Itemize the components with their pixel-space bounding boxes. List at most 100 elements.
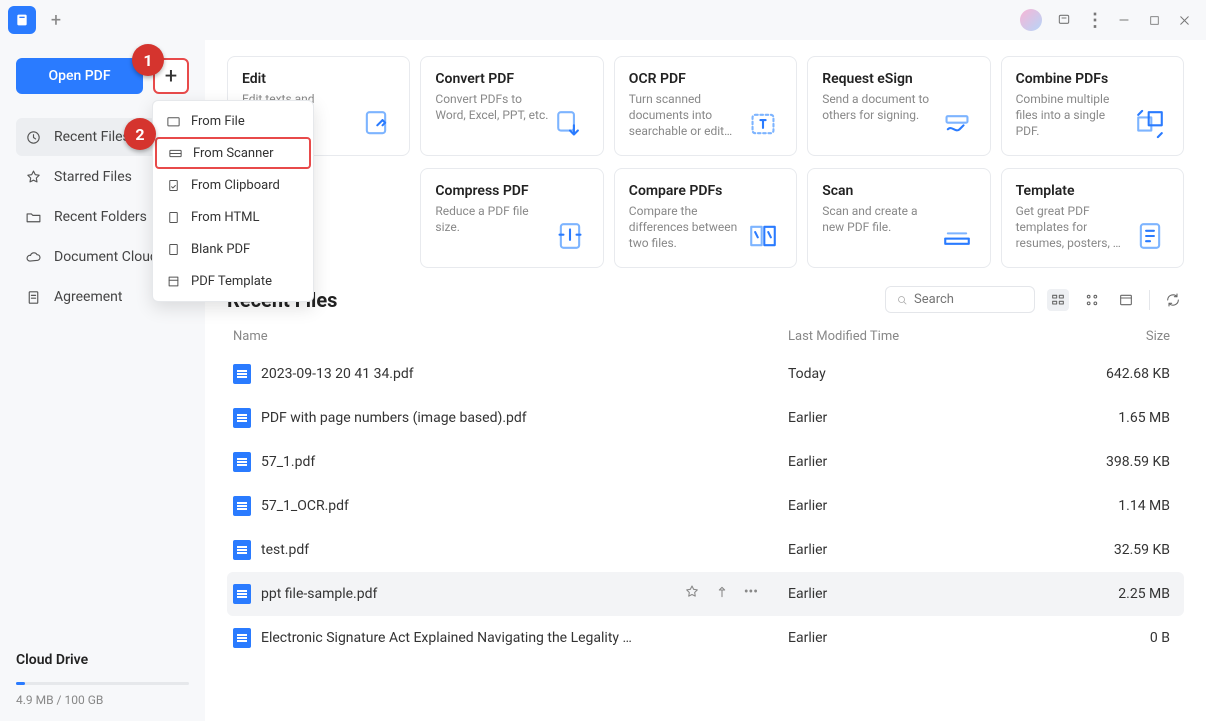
dropdown-item-from-scanner[interactable]: From Scanner — [155, 137, 311, 169]
cloud-usage-text: 4.9 MB / 100 GB — [16, 693, 189, 707]
card-title: Compress PDF — [435, 183, 550, 199]
pdf-file-icon — [233, 540, 251, 560]
doc-icon — [24, 288, 42, 306]
file-row[interactable]: Electronic Signature Act Explained Navig… — [227, 616, 1184, 660]
cloud-drive-title: Cloud Drive — [16, 652, 189, 668]
create-dropdown: From File From Scanner From Clipboard From … — [152, 100, 314, 302]
open-pdf-button[interactable]: Open PDF — [16, 58, 143, 94]
new-tab-button[interactable]: + — [44, 8, 68, 32]
file-size: 1.14 MB — [1088, 498, 1178, 514]
dropdown-item-label: From File — [191, 114, 245, 129]
card-icon — [1131, 71, 1169, 141]
sidebar-item-label: Agreement — [54, 289, 122, 305]
card-ocr-pdf[interactable]: OCR PDFTurn scanned documents into searc… — [614, 56, 797, 156]
dropdown-item-label: From Clipboard — [191, 178, 280, 193]
file-row[interactable]: test.pdfEarlier32.59 KB — [227, 528, 1184, 572]
file-row[interactable]: ppt file-sample.pdf ••• Earlier2.25 MB — [227, 572, 1184, 616]
file-row[interactable]: 57_1_OCR.pdfEarlier1.14 MB — [227, 484, 1184, 528]
app-logo — [8, 6, 36, 34]
file-name: ppt file-sample.pdf — [261, 586, 377, 602]
file-size: 2.25 MB — [1088, 586, 1178, 602]
search-icon — [896, 293, 908, 307]
pdf-file-icon — [233, 408, 251, 428]
cloud-usage-bar — [16, 682, 189, 685]
file-size: 32.59 KB — [1088, 542, 1178, 558]
file-size: 0 B — [1088, 630, 1178, 646]
card-combine-pdfs[interactable]: Combine PDFsCombine multiple files into … — [1001, 56, 1184, 156]
file-modified: Earlier — [788, 542, 1088, 558]
card-desc: Send a document to others for signing. — [822, 91, 937, 123]
folder-icon — [165, 113, 181, 129]
card-request-esign[interactable]: Request eSignSend a document to others f… — [807, 56, 990, 156]
refresh-icon[interactable] — [1162, 289, 1184, 311]
window-close[interactable] — [1170, 6, 1198, 34]
card-icon — [744, 183, 782, 253]
card-icon — [551, 71, 589, 141]
file-icon — [165, 209, 181, 225]
dropdown-item-pdf-template[interactable]: PDF Template — [153, 265, 313, 297]
view-calendar-icon[interactable] — [1115, 289, 1137, 311]
search-box[interactable] — [885, 286, 1035, 313]
sidebar-item-label: Starred Files — [54, 169, 132, 185]
dropdown-item-label: From HTML — [191, 210, 260, 225]
card-icon — [1131, 183, 1169, 253]
card-desc: Scan and create a new PDF file. — [822, 203, 937, 235]
file-modified: Earlier — [788, 410, 1088, 426]
dropdown-item-from-file[interactable]: From File — [153, 105, 313, 137]
card-compress-pdf[interactable]: Compress PDFReduce a PDF file size. — [420, 168, 603, 268]
star-icon — [24, 168, 42, 186]
card-compare-pdfs[interactable]: Compare PDFs Compare the differences betw… — [614, 168, 797, 268]
file-name: 57_1_OCR.pdf — [261, 498, 349, 514]
window-minimize[interactable] — [1110, 6, 1138, 34]
card-desc: Get great PDF templates for resumes, pos… — [1016, 203, 1131, 252]
card-desc: Convert PDFs to Word, Excel, PPT, etc. — [435, 91, 550, 123]
dropdown-item-label: From Scanner — [193, 146, 274, 161]
user-avatar[interactable] — [1020, 9, 1042, 31]
column-size: Size — [1088, 329, 1178, 344]
file-modified: Earlier — [788, 630, 1088, 646]
file-modified: Today — [788, 366, 1088, 382]
dropdown-item-from-html[interactable]: From HTML — [153, 201, 313, 233]
annotation-badge-2: 2 — [124, 118, 156, 150]
scanner-icon — [167, 145, 183, 161]
card-convert-pdf[interactable]: Convert PDF Convert PDFs to Word, Excel, … — [420, 56, 603, 156]
more-menu-icon[interactable]: ⋮ — [1080, 6, 1108, 34]
file-name: 57_1.pdf — [261, 454, 315, 470]
file-row[interactable]: 2023-09-13 20 41 34.pdfToday642.68 KB — [227, 352, 1184, 396]
pdf-file-icon — [233, 364, 251, 384]
file-icon — [165, 241, 181, 257]
view-list-icon[interactable] — [1047, 289, 1069, 311]
template-icon — [165, 273, 181, 289]
file-row[interactable]: PDF with page numbers (image based).pdfE… — [227, 396, 1184, 440]
dropdown-item-blank-pdf[interactable]: Blank PDF — [153, 233, 313, 265]
pin-icon[interactable] — [714, 584, 730, 604]
card-icon — [744, 71, 782, 141]
card-desc: Turn scanned documents into searchable o… — [629, 91, 744, 140]
sidebar-item-label: Recent Folders — [54, 209, 147, 225]
sidebar-item-label: Document Cloud — [54, 249, 158, 265]
file-name: 2023-09-13 20 41 34.pdf — [261, 366, 414, 382]
view-grid-icon[interactable] — [1081, 289, 1103, 311]
card-title: Compare PDFs — [629, 183, 744, 199]
notification-icon[interactable] — [1050, 6, 1078, 34]
pdf-file-icon — [233, 452, 251, 472]
window-maximize[interactable] — [1140, 6, 1168, 34]
file-modified: Earlier — [788, 454, 1088, 470]
file-size: 398.59 KB — [1088, 454, 1178, 470]
card-template[interactable]: TemplateGet great PDF templates for resu… — [1001, 168, 1184, 268]
dropdown-item-from-clipboard[interactable]: From Clipboard — [153, 169, 313, 201]
search-input[interactable] — [914, 292, 1024, 307]
sidebar-item-label: Recent Files — [54, 129, 130, 145]
pdf-file-icon — [233, 584, 251, 604]
file-modified: Earlier — [788, 586, 1088, 602]
file-row[interactable]: 57_1.pdf Earlier398.59 KB — [227, 440, 1184, 484]
star-icon[interactable] — [684, 584, 700, 604]
card-desc: Combine multiple files into a single PDF… — [1016, 91, 1131, 140]
card-title: Convert PDF — [435, 71, 550, 87]
card-scan[interactable]: ScanScan and create a new PDF file. — [807, 168, 990, 268]
more-icon[interactable]: ••• — [744, 584, 758, 604]
titlebar: + ⋮ — [0, 0, 1206, 40]
clipboard-icon — [165, 177, 181, 193]
file-name: Electronic Signature Act Explained Navig… — [261, 630, 632, 646]
card-desc: Compare the differences between two file… — [629, 203, 744, 252]
